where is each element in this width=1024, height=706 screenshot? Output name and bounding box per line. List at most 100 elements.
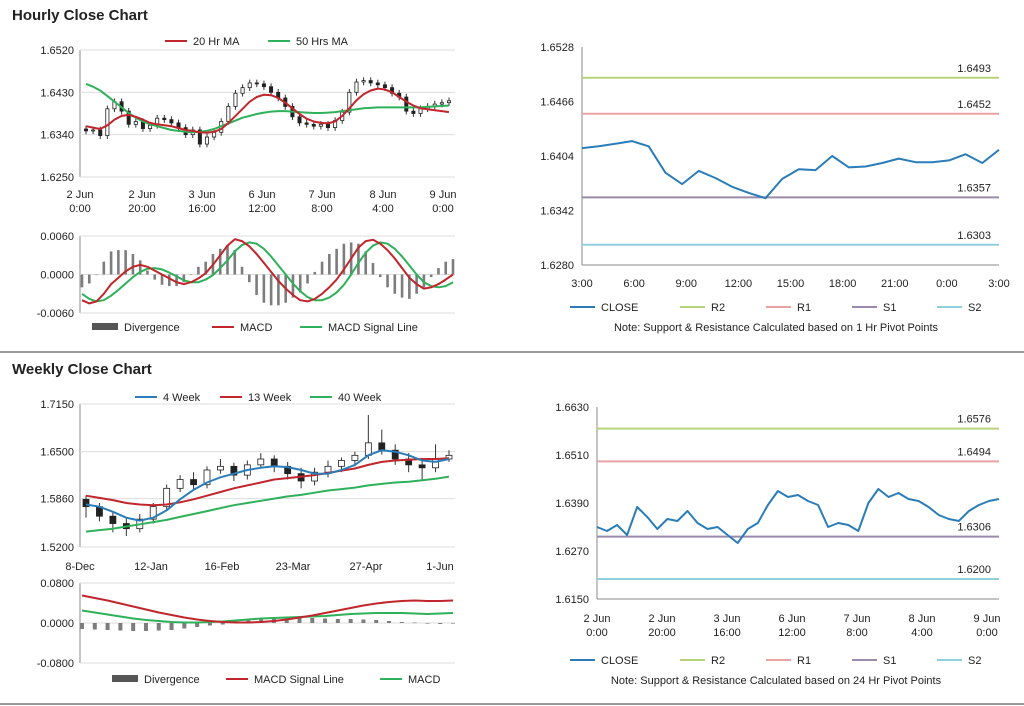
hourly-candle-body bbox=[212, 131, 217, 138]
weekly-candle-body bbox=[418, 464, 426, 469]
hourly-candle-body bbox=[261, 83, 266, 88]
hourly-divergence-bar bbox=[131, 253, 135, 275]
hourly-divergence-bar bbox=[153, 274, 157, 280]
hourly-candle-body bbox=[148, 124, 153, 129]
hourly-candle-body bbox=[368, 80, 373, 84]
charts-canvas: 1.6520 1.6430 1.6340 1.6250 2 Jun 0:00 2 Jun 20… bbox=[37, 36, 1010, 687]
hourly-pivots-legend-r2-label: R2 bbox=[711, 302, 725, 314]
weekly-divergence-bar bbox=[399, 622, 404, 623]
daily-pivots-y-tick: 1.6270 bbox=[555, 546, 589, 558]
hourly-divergence-bar bbox=[400, 274, 404, 298]
hourly-pivots-y-tick: 1.6528 bbox=[540, 42, 574, 54]
weekly-legend-macd-label: MACD bbox=[408, 674, 440, 686]
hourly-price-x-tick-time: 20:00 bbox=[128, 203, 156, 215]
weekly-price-y-tick: 1.5860 bbox=[40, 494, 74, 506]
hourly-pivots-level-label-s1: 1.6357 bbox=[957, 182, 991, 194]
hourly-divergence-bar bbox=[95, 274, 98, 276]
weekly-divergence-bar bbox=[387, 621, 392, 623]
hourly-pivots-x-tick: 9:00 bbox=[676, 278, 697, 290]
daily-pivots-level-label-s2: 1.6200 bbox=[957, 564, 991, 576]
hourly-pivots-y-tick: 1.6280 bbox=[540, 260, 574, 272]
weekly-divergence-bar bbox=[438, 623, 443, 624]
weekly-candle-body bbox=[432, 458, 439, 469]
hourly-divergence-bar bbox=[146, 270, 149, 275]
weekly-candle-body bbox=[270, 458, 278, 467]
hourly-pivots-y-tick: 1.6404 bbox=[540, 151, 574, 163]
hourly-legend-macd-label: MACD bbox=[240, 322, 272, 334]
daily-pivots-x-tick-date: 9 Jun bbox=[974, 613, 1001, 625]
hourly-divergence-bar bbox=[240, 266, 244, 275]
hourly-legend-divergence-swatch bbox=[92, 323, 118, 330]
hourly-price-y-tick: 1.6340 bbox=[40, 130, 74, 142]
daily-pivots-y-tick: 1.6510 bbox=[555, 450, 589, 462]
weekly-price-x-tick: 12-Jan bbox=[134, 561, 168, 573]
hourly-candle-body bbox=[375, 82, 380, 86]
daily-pivots-legend-r1-label: R1 bbox=[797, 655, 811, 667]
hourly-candle-body bbox=[247, 82, 252, 89]
weekly-divergence-bar bbox=[323, 618, 328, 623]
daily-pivots-x-tick-date: 7 Jun bbox=[844, 613, 871, 625]
daily-pivots-note: Note: Support & Resistance Calculated ba… bbox=[611, 675, 942, 687]
hourly-price-y-tick: 1.6520 bbox=[40, 45, 74, 57]
hourly-pivots-x-tick: 21:00 bbox=[881, 278, 909, 290]
hourly-divergence-bar bbox=[393, 274, 397, 294]
hourly-divergence-bar bbox=[451, 259, 455, 275]
hourly-pivots-x-tick: 18:00 bbox=[829, 278, 857, 290]
weekly-price-y-tick: 1.7150 bbox=[40, 399, 74, 411]
daily-pivots-x-tick-time: 12:00 bbox=[778, 627, 806, 639]
weekly-divergence-bar bbox=[182, 623, 187, 629]
daily-pivots-legend-s1-label: S1 bbox=[883, 655, 896, 667]
hourly-pivots-level-label-r2: 1.6493 bbox=[957, 63, 991, 75]
weekly-divergence-bar bbox=[374, 620, 379, 623]
hourly-divergence-bar bbox=[320, 261, 324, 275]
hourly-divergence-bar bbox=[87, 274, 91, 284]
weekly-legend-divergence-swatch bbox=[112, 675, 138, 682]
weekly-divergence-bar bbox=[92, 623, 97, 630]
weekly-macd-y-tick: 0.0800 bbox=[40, 578, 74, 590]
hourly-candle-body bbox=[382, 84, 387, 89]
hourly-price-x-tick-date: 6 Jun bbox=[249, 189, 276, 201]
hourly-price-x-tick-time: 4:00 bbox=[372, 203, 393, 215]
hourly-pivots-legend-s1-label: S1 bbox=[883, 302, 896, 314]
hourly-candle-body bbox=[169, 119, 174, 124]
weekly-price-x-tick: 27-Apr bbox=[349, 561, 382, 573]
daily-pivots-x-tick-time: 16:00 bbox=[713, 627, 741, 639]
hourly-macd-y-tick: 0.0000 bbox=[40, 270, 74, 282]
hourly-divergence-bar bbox=[262, 274, 266, 303]
hourly-price-x-tick-time: 8:00 bbox=[311, 203, 332, 215]
hourly-divergence-bar bbox=[429, 274, 433, 278]
weekly-candle-body bbox=[109, 515, 117, 524]
daily-pivots-level-label-r1: 1.6494 bbox=[957, 446, 991, 458]
weekly-legend-signal-label: MACD Signal Line bbox=[254, 674, 344, 686]
hourly-divergence-bar bbox=[109, 251, 113, 275]
hourly-price-x-tick-date: 8 Jun bbox=[370, 189, 397, 201]
hourly-pivots-close-line bbox=[581, 140, 1000, 200]
hourly-macd-line bbox=[81, 238, 454, 305]
hourly-candle-body bbox=[297, 116, 302, 124]
hourly-divergence-bar bbox=[189, 274, 193, 276]
weekly-price-x-tick: 8-Dec bbox=[65, 561, 95, 573]
hourly-divergence-bar bbox=[371, 262, 375, 275]
hourly-divergence-bar bbox=[248, 274, 251, 283]
hourly-candle-body bbox=[269, 86, 274, 93]
hourly-pivots-legend-r1-label: R1 bbox=[797, 302, 811, 314]
hourly-legend-signal-label: MACD Signal Line bbox=[328, 322, 418, 334]
weekly-divergence-bar bbox=[143, 623, 148, 631]
weekly-candle-body bbox=[324, 465, 332, 473]
hourly-price-x-tick-date: 2 Jun bbox=[67, 189, 94, 201]
hourly-pivots-level-label-r1: 1.6452 bbox=[957, 99, 991, 111]
weekly-divergence-bar bbox=[335, 619, 340, 623]
hourly-legend-ma50-label: 50 Hrs MA bbox=[296, 36, 349, 48]
weekly-price-x-tick: 23-Mar bbox=[276, 561, 311, 573]
weekly-divergence-bar bbox=[118, 623, 123, 631]
daily-pivots-y-tick: 1.6390 bbox=[555, 498, 589, 510]
hourly-ma20-line bbox=[85, 87, 450, 134]
hourly-price-x-tick-date: 2 Jun bbox=[129, 189, 156, 201]
hourly-candle-body bbox=[91, 129, 96, 132]
hourly-candle-body bbox=[304, 122, 309, 125]
weekly-divergence-bar bbox=[195, 623, 200, 627]
hourly-legend-divergence-label: Divergence bbox=[124, 322, 180, 334]
hourly-candle-body bbox=[354, 81, 359, 93]
hourly-candle-body bbox=[439, 102, 444, 105]
daily-pivots-x-tick-time: 0:00 bbox=[976, 627, 997, 639]
